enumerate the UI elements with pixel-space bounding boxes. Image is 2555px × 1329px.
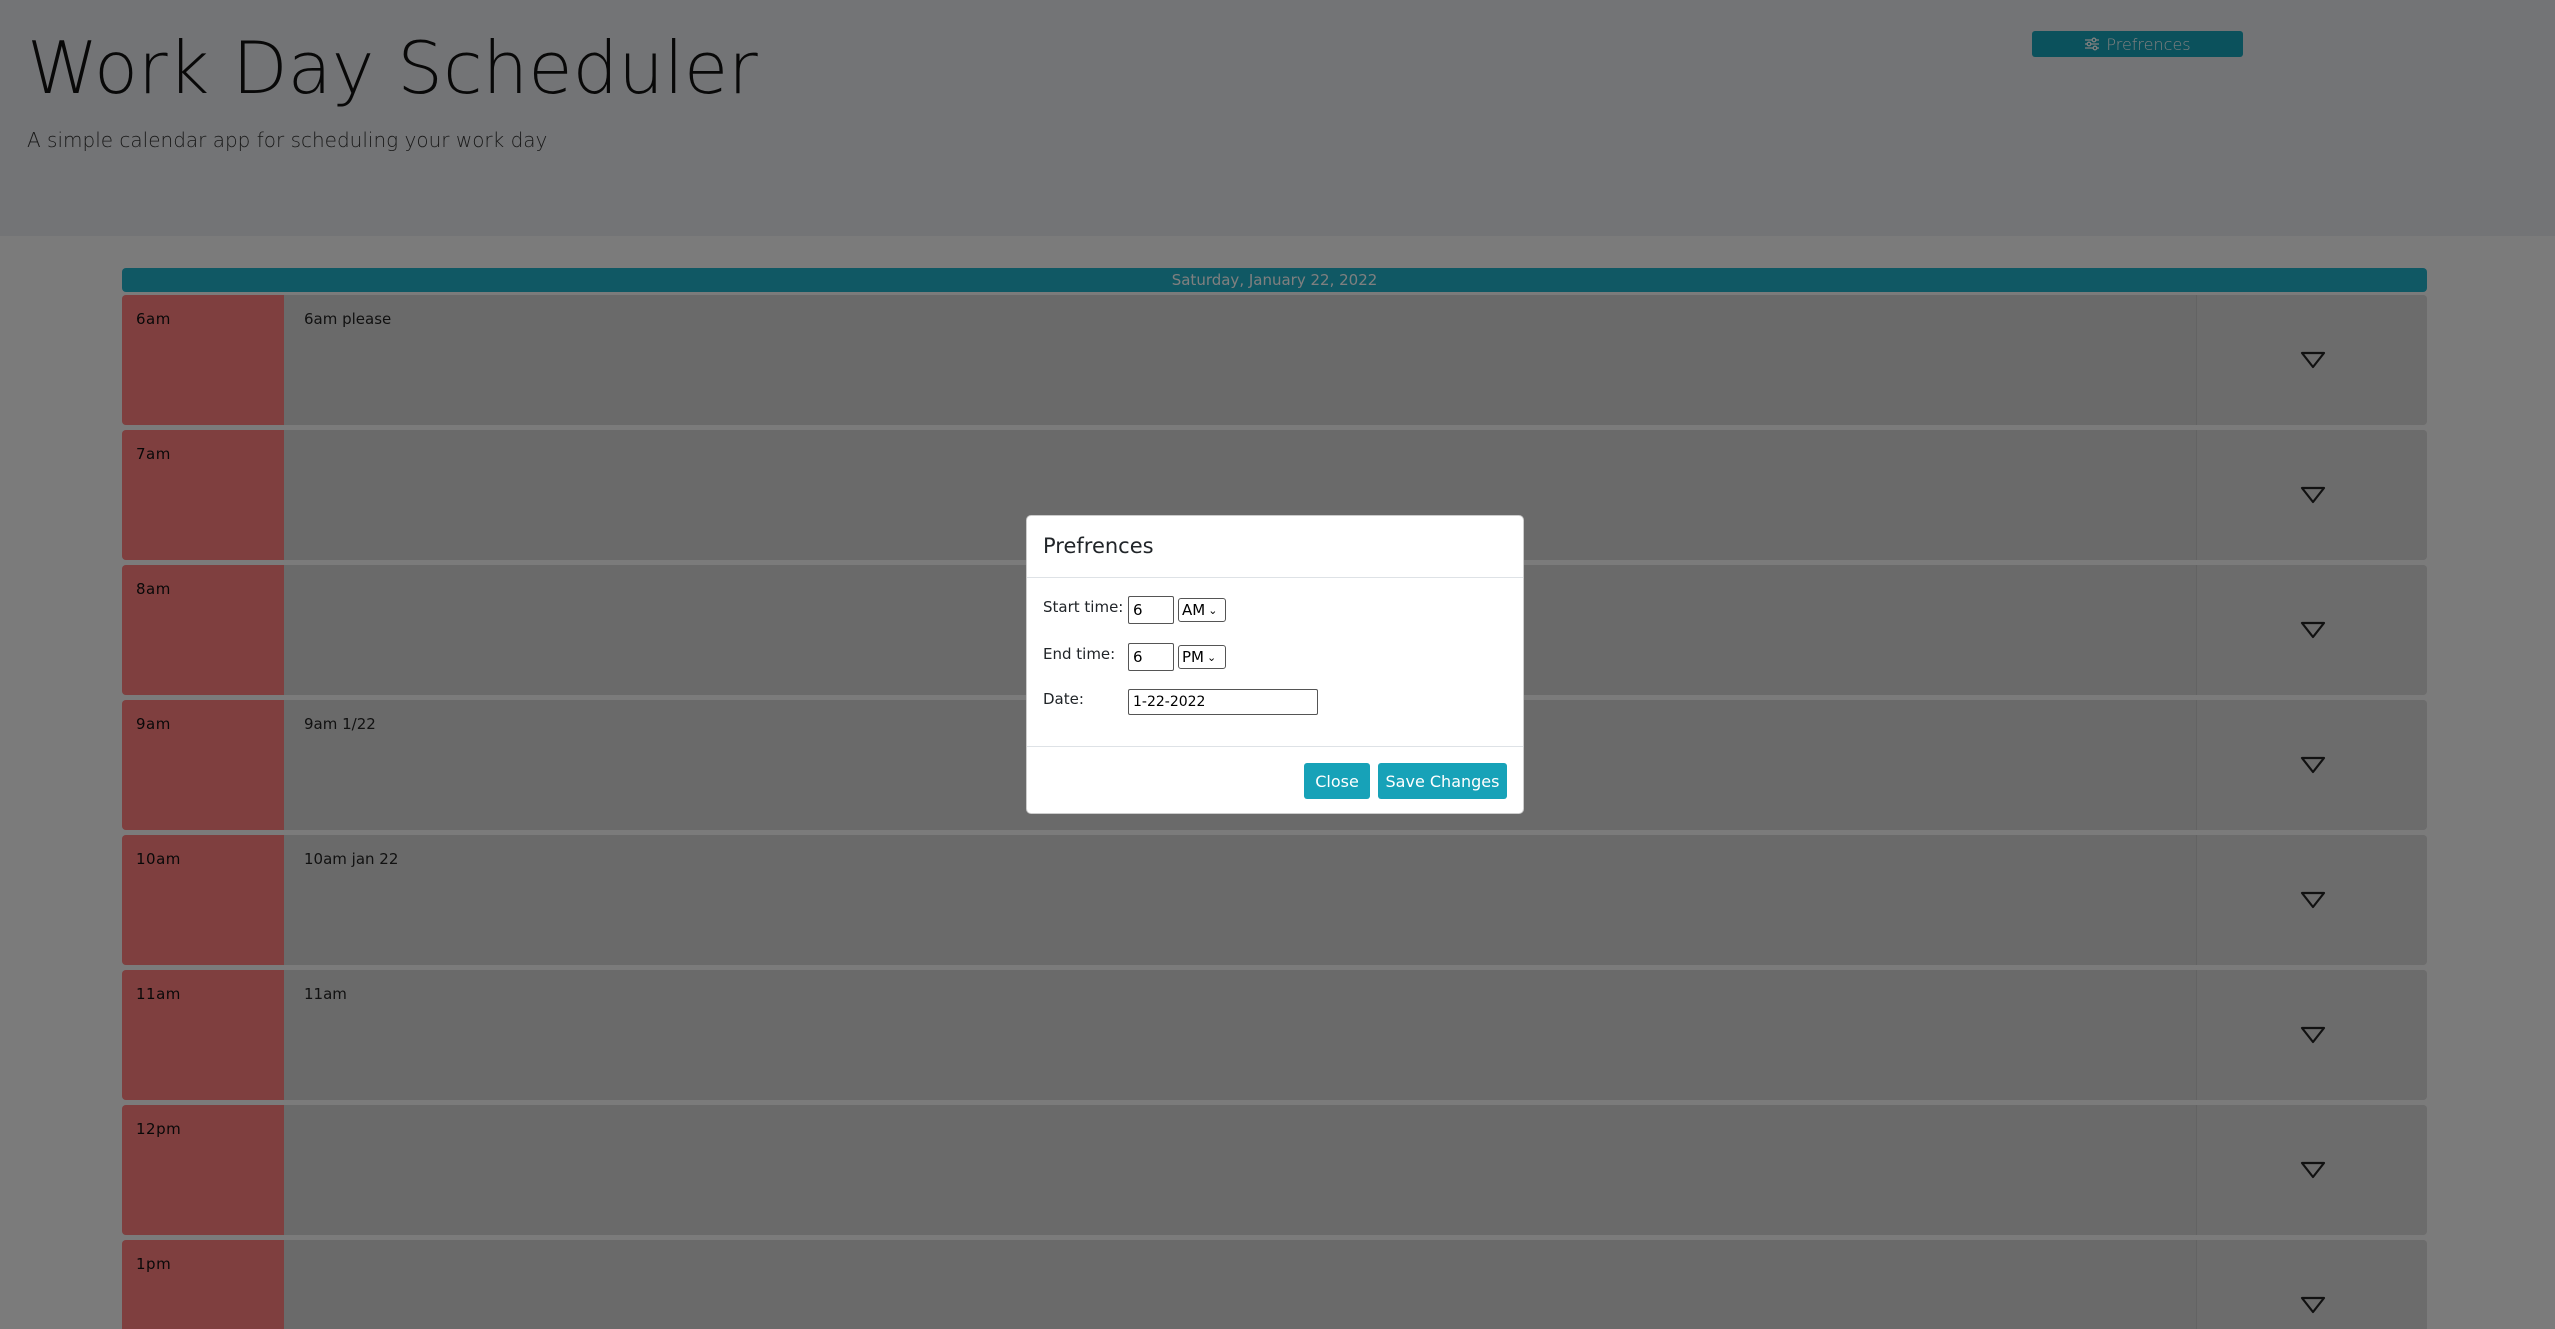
modal-title: Prefrences xyxy=(1043,534,1154,558)
start-time-input[interactable] xyxy=(1128,596,1174,624)
modal-footer: Close Save Changes xyxy=(1027,746,1523,813)
close-button[interactable]: Close xyxy=(1304,763,1370,799)
date-label: Date: xyxy=(1043,690,1084,708)
save-changes-button[interactable]: Save Changes xyxy=(1378,763,1507,799)
chevron-down-icon: ⌄ xyxy=(1207,650,1217,664)
chevron-down-icon: ⌄ xyxy=(1208,603,1218,617)
end-period-value: PM xyxy=(1182,648,1204,666)
modal-header: Prefrences xyxy=(1027,516,1523,578)
end-time-label: End time: xyxy=(1043,645,1116,663)
start-period-select[interactable]: AM ⌄ xyxy=(1178,598,1226,622)
preferences-modal: Prefrences Start time: AM ⌄ End time: PM… xyxy=(1026,515,1524,814)
end-time-input[interactable] xyxy=(1128,643,1174,671)
start-period-value: AM xyxy=(1182,601,1206,619)
scheduler-page: Work Day Scheduler A simple calendar app… xyxy=(0,0,2555,1329)
start-time-label: Start time: xyxy=(1043,598,1124,616)
end-period-select[interactable]: PM ⌄ xyxy=(1178,645,1226,669)
date-input[interactable] xyxy=(1128,689,1318,715)
